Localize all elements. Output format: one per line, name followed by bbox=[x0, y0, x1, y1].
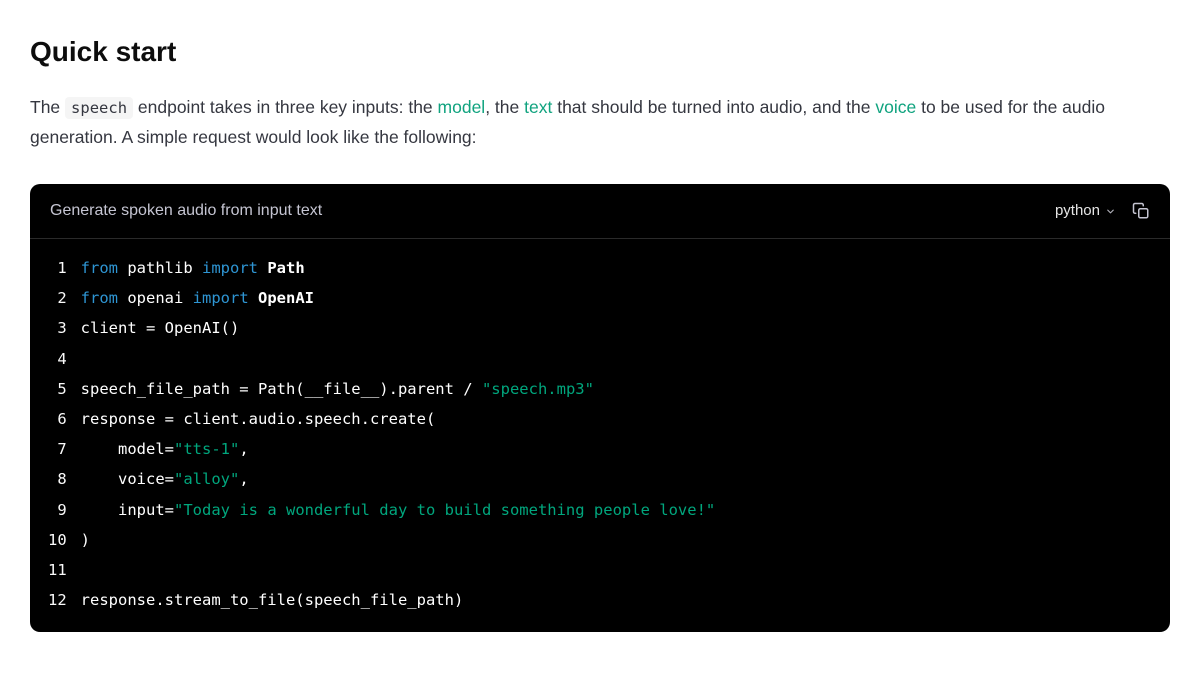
code-tok: , bbox=[239, 440, 248, 458]
code-tok: ) bbox=[81, 531, 90, 549]
code-tok: client = OpenAI() bbox=[81, 319, 240, 337]
code-tok: "alloy" bbox=[174, 470, 239, 488]
code-block-title: Generate spoken audio from input text bbox=[50, 198, 322, 224]
code-tok: voice= bbox=[81, 470, 174, 488]
page-title: Quick start bbox=[30, 30, 1170, 75]
code-tok: from bbox=[81, 289, 118, 307]
code-tok: speech_file_path = Path(__file__).parent… bbox=[81, 380, 482, 398]
intro-paragraph: The speech endpoint takes in three key i… bbox=[30, 93, 1170, 153]
inline-code-speech: speech bbox=[65, 97, 133, 119]
code-tok: input= bbox=[81, 501, 174, 519]
code-block: Generate spoken audio from input text py… bbox=[30, 184, 1170, 631]
link-text[interactable]: text bbox=[524, 97, 552, 117]
line-number-gutter: 1 2 3 4 5 6 7 8 9 10 11 12 bbox=[30, 253, 81, 616]
code-tok: , bbox=[239, 470, 248, 488]
code-tok: model= bbox=[81, 440, 174, 458]
code-tok: response = client.audio.speech.create( bbox=[81, 410, 436, 428]
code-tok: import bbox=[202, 259, 258, 277]
code-tok: Path bbox=[258, 259, 305, 277]
code-tok: OpenAI bbox=[249, 289, 314, 307]
code-block-header: Generate spoken audio from input text py… bbox=[30, 184, 1170, 239]
link-voice[interactable]: voice bbox=[875, 97, 916, 117]
code-block-toolbar: python bbox=[1055, 199, 1150, 223]
intro-text-mid2: , the bbox=[485, 97, 524, 117]
link-model[interactable]: model bbox=[438, 97, 486, 117]
code-tok: "Today is a wonderful day to build somet… bbox=[174, 501, 715, 519]
code-tok: pathlib bbox=[118, 259, 202, 277]
intro-text-mid3: that should be turned into audio, and th… bbox=[552, 97, 875, 117]
intro-text-mid1: endpoint takes in three key inputs: the bbox=[133, 97, 438, 117]
code-tok: import bbox=[193, 289, 249, 307]
code-tok: response.stream_to_file(speech_file_path… bbox=[81, 591, 464, 609]
code-tok: "tts-1" bbox=[174, 440, 239, 458]
chevron-down-icon bbox=[1105, 206, 1116, 217]
code-tok: openai bbox=[118, 289, 193, 307]
code-body: 1 2 3 4 5 6 7 8 9 10 11 12 from pathlib … bbox=[30, 239, 1170, 632]
language-select[interactable]: python bbox=[1055, 199, 1116, 223]
code-lines: from pathlib import Path from openai imp… bbox=[81, 253, 736, 616]
copy-icon[interactable] bbox=[1132, 202, 1150, 220]
code-tok: "speech.mp3" bbox=[482, 380, 594, 398]
intro-text-pre: The bbox=[30, 97, 65, 117]
code-tok: from bbox=[81, 259, 118, 277]
language-label: python bbox=[1055, 199, 1100, 223]
